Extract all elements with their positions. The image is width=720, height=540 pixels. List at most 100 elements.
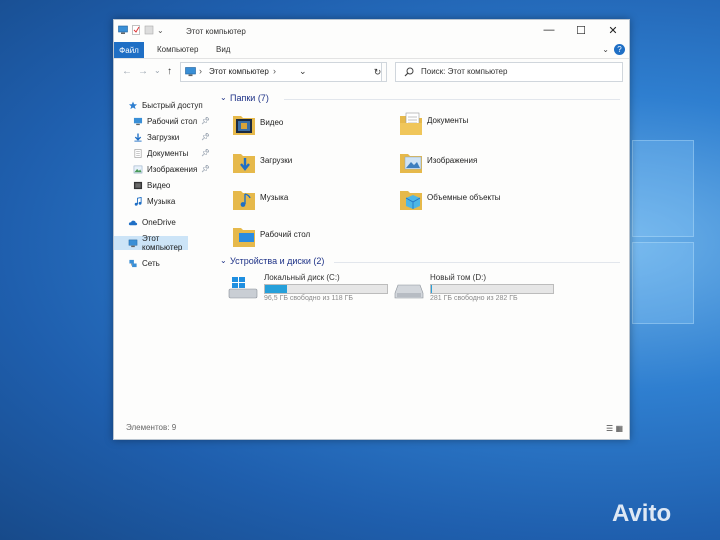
sidebar-item-label: Этот компьютер <box>142 234 183 252</box>
folder-label: Документы <box>427 116 469 125</box>
customize-toolbar-icon[interactable]: ⌄ <box>157 26 164 35</box>
group-divider <box>284 99 620 100</box>
video-folder-icon <box>233 116 255 135</box>
status-item-count: Элементов: 9 <box>126 423 177 432</box>
sidebar-item-downloads[interactable]: Загрузки 📌︎ <box>114 130 214 144</box>
sidebar-item-video[interactable]: Видео <box>114 178 214 192</box>
content-pane: ⌄ Папки (7) Видео Документы Загрузки Изо… <box>216 90 626 420</box>
drive-usage-bar <box>430 284 554 294</box>
address-chevron-icon[interactable]: › <box>199 66 202 76</box>
folder-label: Объемные объекты <box>427 193 501 202</box>
search-icon <box>404 67 414 77</box>
drive-c[interactable]: Локальный диск (C:) 96,5 ГБ свободно из … <box>228 273 388 313</box>
sidebar-item-onedrive[interactable]: OneDrive <box>114 215 214 229</box>
computer-icon <box>185 67 196 77</box>
sidebar-item-quick-access[interactable]: Быстрый доступ <box>114 98 214 112</box>
network-icon <box>129 259 137 267</box>
close-button[interactable]: ✕ <box>597 20 629 40</box>
address-bar[interactable]: › Этот компьютер ⌄ › <box>180 62 382 82</box>
folder-music[interactable]: Музыка <box>232 185 392 215</box>
sidebar-item-label: Быстрый доступ <box>142 100 203 110</box>
hard-drive-icon <box>394 284 424 299</box>
forward-button[interactable]: → <box>138 66 148 77</box>
music-folder-icon <box>233 191 255 210</box>
new-folder-icon[interactable] <box>144 25 154 35</box>
sidebar-item-pictures[interactable]: Изображения 📌︎ <box>114 162 214 176</box>
expand-ribbon-icon[interactable]: ⌄ <box>602 45 609 54</box>
cloud-icon <box>128 220 138 225</box>
search-input[interactable]: Поиск: Этот компьютер <box>395 62 623 82</box>
desktop-icon <box>133 117 143 125</box>
ribbon-tabs: Файл Компьютер Вид ⌄ ? <box>114 42 629 59</box>
drive-free-space: 281 ГБ свободно из 282 ГБ <box>430 295 518 302</box>
3d-objects-folder-icon <box>400 191 422 210</box>
folders-group-header[interactable]: Папки (7) <box>230 93 269 103</box>
drive-d[interactable]: Новый том (D:) 281 ГБ свободно из 282 ГБ <box>394 273 554 313</box>
refresh-button[interactable]: ↻ <box>369 62 387 82</box>
music-icon <box>134 196 142 206</box>
pictures-folder-icon <box>400 154 422 173</box>
sidebar-item-network[interactable]: Сеть <box>114 256 214 270</box>
folder-label: Загрузки <box>260 156 293 165</box>
sidebar-item-desktop[interactable]: Рабочий стол 📌︎ <box>114 114 214 128</box>
address-text: Этот компьютер <box>209 67 269 76</box>
pin-icon[interactable]: 📌︎ <box>201 117 210 125</box>
address-dropdown-icon[interactable]: ⌄ <box>299 66 307 77</box>
help-button[interactable]: ? <box>614 44 625 55</box>
folder-documents[interactable]: Документы <box>399 110 559 140</box>
desktop-logo-pane <box>632 242 694 324</box>
back-button[interactable]: ← <box>122 66 132 77</box>
desktop-logo-pane <box>632 140 694 237</box>
download-icon <box>134 132 142 142</box>
avito-watermark: Avito <box>612 500 672 527</box>
sidebar-item-documents[interactable]: Документы 📌︎ <box>114 146 214 160</box>
folder-desktop[interactable]: Рабочий стол <box>232 222 392 252</box>
tab-file[interactable]: Файл <box>114 42 144 58</box>
sidebar-item-label: Сеть <box>142 258 160 268</box>
folder-label: Рабочий стол <box>260 230 311 239</box>
windows-drive-icon <box>228 277 258 299</box>
tab-view[interactable]: Вид <box>216 45 230 54</box>
drive-usage-bar <box>264 284 388 294</box>
folder-downloads[interactable]: Загрузки <box>232 148 392 178</box>
documents-folder-icon <box>400 112 422 135</box>
downloads-folder-icon <box>233 154 255 173</box>
tab-computer[interactable]: Компьютер <box>157 45 198 54</box>
group-divider <box>334 262 620 263</box>
maximize-button[interactable]: ☐ <box>565 20 597 40</box>
properties-icon[interactable] <box>131 25 141 35</box>
video-icon <box>133 181 143 189</box>
drives-group-header[interactable]: Устройства и диски (2) <box>230 256 324 266</box>
drive-usage-fill <box>265 285 287 293</box>
pin-icon[interactable]: 📌︎ <box>201 133 210 141</box>
drive-label: Новый том (D:) <box>430 273 486 282</box>
collapse-drives-icon[interactable]: ⌄ <box>220 256 227 265</box>
quick-access-toolbar: ⌄ <box>118 25 164 35</box>
drive-usage-fill <box>431 285 432 293</box>
pin-icon[interactable]: 📌︎ <box>201 165 210 173</box>
navigation-bar: ← → ⌄ ↑ › Этот компьютер ⌄ › ↻ Поиск: Эт… <box>114 58 629 86</box>
sidebar-item-label: Изображения <box>147 164 198 174</box>
folder-label: Музыка <box>260 193 289 202</box>
pin-icon[interactable]: 📌︎ <box>201 149 210 157</box>
star-icon <box>128 100 138 109</box>
search-placeholder: Поиск: Этот компьютер <box>421 67 508 76</box>
minimize-button[interactable]: — <box>533 20 565 40</box>
details-view-icon[interactable]: ☰ <box>606 424 613 433</box>
folder-pictures[interactable]: Изображения <box>399 148 559 178</box>
folder-3d-objects[interactable]: Объемные объекты <box>399 185 559 215</box>
sidebar-item-this-pc[interactable]: Этот компьютер <box>114 234 188 252</box>
view-toggle-buttons[interactable]: ☰ ▦ <box>606 424 623 433</box>
sidebar-item-music[interactable]: Музыка <box>114 194 214 208</box>
address-chevron-icon[interactable]: › <box>273 66 276 76</box>
sidebar-item-label: Рабочий стол <box>147 116 198 126</box>
window-title: Этот компьютер <box>186 27 246 36</box>
sidebar-item-label: Загрузки <box>147 132 180 142</box>
up-button[interactable]: ↑ <box>167 66 172 77</box>
folder-video[interactable]: Видео <box>232 110 392 140</box>
navigation-pane: Быстрый доступ Рабочий стол 📌︎ Загрузки … <box>114 94 214 414</box>
recent-locations-button[interactable]: ⌄ <box>154 66 161 75</box>
large-icons-view-icon[interactable]: ▦ <box>615 424 623 433</box>
computer-icon <box>118 25 128 34</box>
collapse-folders-icon[interactable]: ⌄ <box>220 93 227 102</box>
